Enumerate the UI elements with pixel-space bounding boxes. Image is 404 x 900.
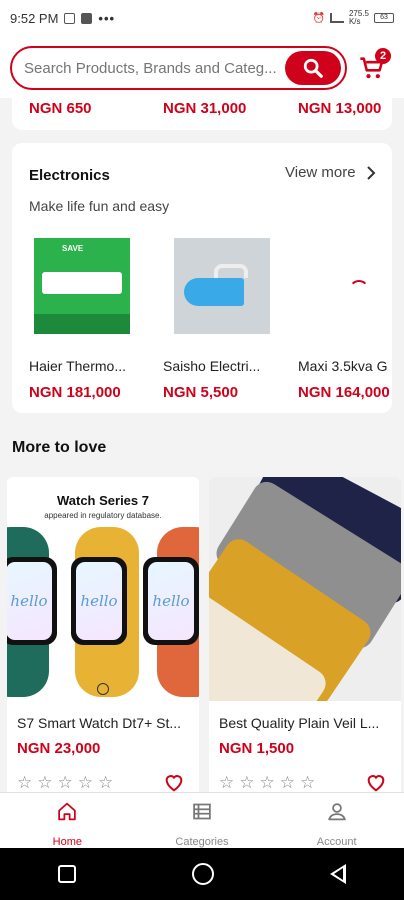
product-image-loading [303, 238, 392, 334]
network-speed: 275.5 K/s [348, 9, 369, 26]
banner-stripe [34, 314, 130, 334]
facebook-icon [81, 12, 93, 24]
search-button[interactable] [285, 51, 341, 85]
search-box[interactable] [10, 46, 347, 90]
nav-label: Home [52, 836, 82, 848]
cart-button[interactable]: 2 [358, 48, 391, 84]
gallery-icon [64, 12, 76, 24]
more-notifications-icon: ••• [98, 10, 116, 26]
product-price: NGN 181,000 [29, 384, 121, 401]
star-icon: ☆ [57, 773, 73, 792]
rating-stars: ☆ ☆ ☆ ☆ ☆ [219, 773, 315, 793]
star-icon: ☆ [98, 773, 114, 792]
product-image: SAVE [34, 238, 130, 334]
product-image: Watch Series 7 appeared in regulatory da… [7, 477, 199, 701]
image-headline: Watch Series 7 [56, 493, 149, 508]
signal-icon [329, 13, 344, 23]
rating-stars: ☆ ☆ ☆ ☆ ☆ [17, 773, 113, 793]
nav-label: Account [316, 836, 357, 848]
star-icon: ☆ [239, 773, 255, 792]
star-icon: ☆ [259, 773, 275, 792]
nav-home[interactable]: Home [0, 793, 135, 848]
nav-account[interactable]: Account [269, 793, 404, 848]
status-bar: 9:52 PM ••• ⏰ 275.5 K/s 63 [0, 0, 404, 36]
product-image [174, 238, 270, 334]
nav-label: Categories [175, 836, 229, 848]
product-card[interactable]: Best Quality Plain Veil L... NGN 1,500 ☆… [209, 477, 401, 807]
watch-screen-text: hello [148, 562, 194, 640]
product-name: Haier Thermo... [29, 358, 126, 374]
watch-screen-text: hello [7, 562, 52, 640]
battery-icon: 63 [374, 13, 394, 23]
product-price: NGN 1,500 [219, 740, 295, 757]
product-card[interactable]: Watch Series 7 appeared in regulatory da… [7, 477, 199, 807]
section-title: More to love [12, 439, 107, 456]
chevron-right-icon [366, 165, 376, 180]
product-name: S7 Smart Watch Dt7+ St... [17, 715, 182, 731]
section-title: Electronics [29, 167, 110, 184]
star-icon: ☆ [17, 773, 33, 792]
watch-screen-text: hello [76, 562, 122, 640]
product-name: Saisho Electri... [163, 358, 261, 374]
electronics-section: Electronics Make life fun and easy View … [12, 143, 392, 413]
iron-handle-graphic [214, 264, 248, 278]
product-price: NGN 13,000 [298, 100, 382, 117]
user-icon [327, 803, 346, 821]
home-button-icon[interactable] [192, 863, 214, 885]
alarm-icon: ⏰ [312, 12, 325, 24]
product-name: Maxi 3.5kva G [298, 358, 388, 374]
brand-logo-icon [97, 683, 109, 695]
product-price: NGN 164,000 [298, 384, 390, 401]
recent-apps-icon[interactable] [58, 865, 76, 883]
star-icon: ☆ [37, 773, 53, 792]
top-bar: 2 [0, 36, 404, 98]
star-icon: ☆ [300, 773, 316, 792]
clock: 9:52 PM [10, 10, 59, 26]
watch-face-graphic: hello [7, 557, 57, 645]
system-navigation-bar [0, 848, 404, 900]
product-image [209, 477, 401, 701]
product-price: NGN 31,000 [163, 100, 247, 117]
product-price: NGN 650 [29, 100, 92, 117]
cart-count-badge: 2 [375, 48, 391, 64]
wishlist-heart-icon[interactable] [163, 771, 185, 793]
watch-face-graphic: hello [71, 557, 127, 645]
star-icon: ☆ [219, 773, 235, 792]
loading-spinner-icon [349, 280, 369, 300]
nav-categories[interactable]: Categories [135, 793, 270, 848]
back-icon[interactable] [330, 864, 346, 884]
view-more-link[interactable]: View more [285, 164, 376, 181]
search-input[interactable] [24, 59, 280, 77]
iron-graphic [184, 278, 244, 306]
air-conditioner-graphic [42, 272, 122, 294]
search-icon [303, 58, 323, 78]
section-subtitle: Make life fun and easy [29, 198, 170, 214]
save-badge: SAVE [62, 244, 84, 253]
view-more-label: View more [285, 164, 356, 181]
bottom-navigation: Home Categories Account [0, 792, 404, 848]
product-name: Best Quality Plain Veil L... [219, 715, 380, 731]
product-price: NGN 5,500 [163, 384, 239, 401]
home-icon [58, 802, 77, 821]
categories-list-icon [193, 803, 211, 820]
star-icon: ☆ [77, 773, 93, 792]
image-note: appeared in regulatory database. [44, 511, 162, 520]
wishlist-heart-icon[interactable] [365, 771, 387, 793]
star-icon: ☆ [279, 773, 295, 792]
product-price: NGN 23,000 [17, 740, 101, 757]
watch-face-graphic: hello [143, 557, 199, 645]
